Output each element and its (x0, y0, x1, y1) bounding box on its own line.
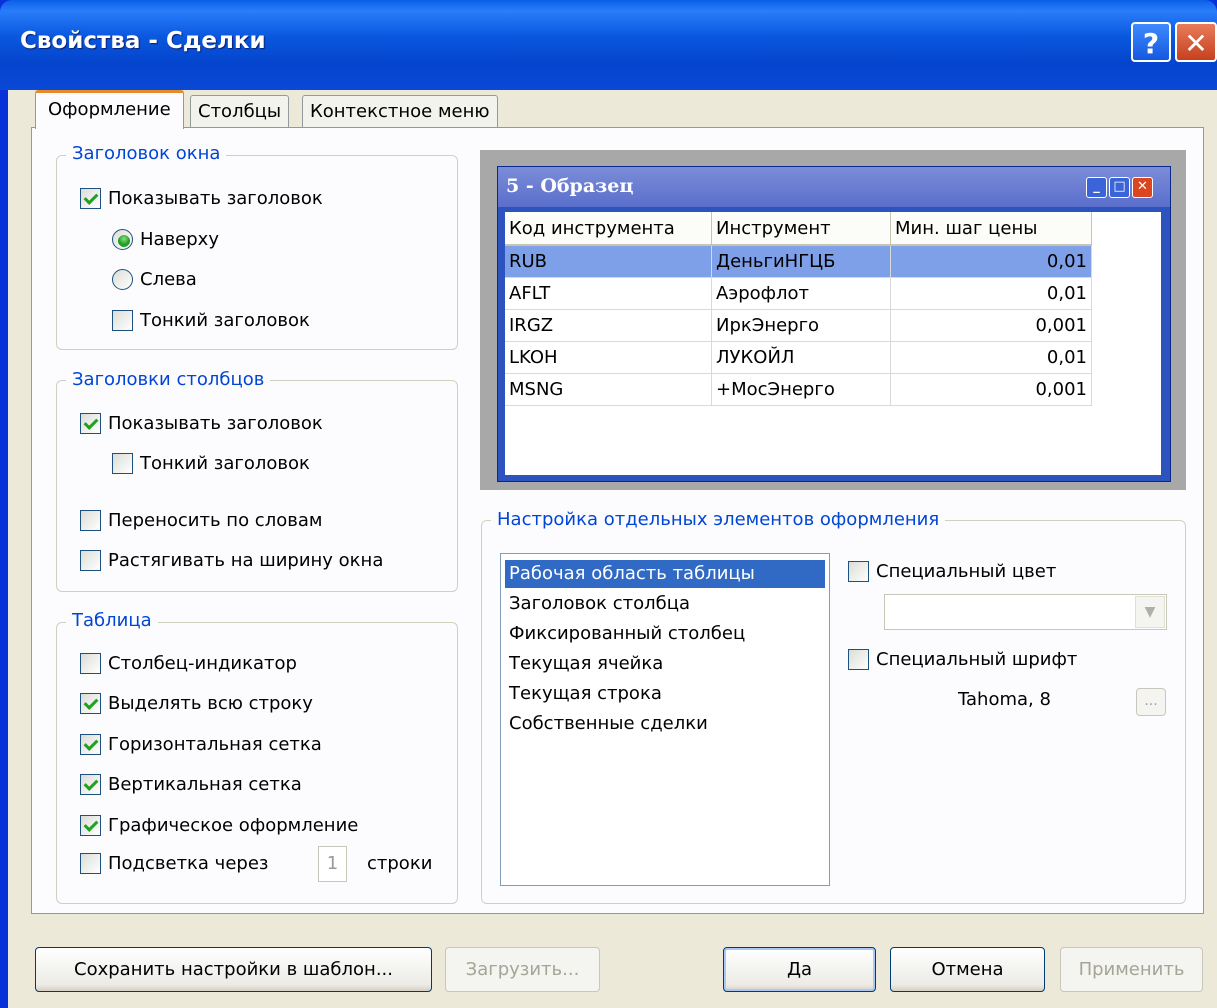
preview-table-cell: 0,001 (890, 373, 1092, 406)
checkbox-box (80, 413, 101, 434)
close-icon: ✕ (1132, 177, 1153, 198)
preview-table-cell: LKOH (505, 341, 712, 374)
checkbox-label: Растягивать на ширину окна (108, 550, 384, 571)
checkbox-label: Показывать заголовок (108, 413, 323, 434)
preview-table-cell: IRGZ (505, 309, 712, 342)
radio-box (112, 229, 133, 250)
elements-listbox[interactable]: Рабочая область таблицы Заголовок столбца… (500, 553, 830, 886)
preview-table-row: RUB ДеньгиНГЦБ 0,01 (505, 245, 1092, 278)
checkbox-box (80, 734, 101, 755)
tab-appearance[interactable]: Оформление (35, 90, 184, 129)
preview-table-cell: MSNG (505, 373, 712, 406)
checkbox-box (80, 550, 101, 571)
checkbox-label: Переносить по словам (108, 510, 323, 531)
preview-table: Код инструмента Инструмент Мин. шаг цены… (505, 212, 1092, 406)
preview-table-cell: ЛУКОЙЛ (711, 341, 891, 374)
elements-list-item[interactable]: Текущая строка (505, 680, 825, 708)
preview-column-header: Мин. шаг цены (890, 212, 1092, 246)
close-icon: ✕ (1184, 27, 1208, 60)
checkbox-label: Графическое оформление (108, 815, 359, 836)
preview-table-cell: Аэрофлот (711, 277, 891, 310)
load-button[interactable]: Загрузить... (445, 947, 600, 992)
highlight-rows-suffix: строки (367, 853, 433, 874)
preview-table-cell: 0,01 (890, 245, 1092, 278)
preview-table-row: AFLT Аэрофлот 0,01 (505, 277, 1092, 310)
preview-table-cell: 0,01 (890, 341, 1092, 374)
checkbox-box (112, 310, 133, 331)
checkbox-box (80, 653, 101, 674)
preview-table-cell: +МосЭнерго (711, 373, 891, 406)
preview-table-cell: 0,01 (890, 277, 1092, 310)
preview-table-cell: AFLT (505, 277, 712, 310)
cancel-button[interactable]: Отмена (890, 947, 1045, 992)
minimize-icon: _ (1086, 177, 1107, 198)
preview-table-row: MSNG +МосЭнерго 0,001 (505, 373, 1092, 406)
preview-table-cell: ДеньгиНГЦБ (711, 245, 891, 278)
tab-context-menu[interactable]: Контекстное меню (302, 95, 498, 128)
checkbox-label: Выделять всю строку (108, 693, 313, 714)
elements-list-item[interactable]: Фиксированный столбец (505, 620, 825, 648)
highlight-rows-input[interactable]: 1 (318, 846, 347, 882)
checkbox-box (80, 693, 101, 714)
checkbox-box (80, 774, 101, 795)
preview-table-row: IRGZ ИркЭнерго 0,001 (505, 309, 1092, 342)
elements-group-title: Настройка отдельных элементов оформления (491, 510, 946, 530)
preview-title: 5 - Образец (506, 175, 634, 197)
checkbox-label: Тонкий заголовок (140, 453, 310, 474)
checkbox-label: Вертикальная сетка (108, 774, 302, 795)
checkbox-label: Специальный шрифт (876, 649, 1078, 670)
checkbox-label: Специальный цвет (876, 561, 1057, 582)
title-bar[interactable]: Свойства - Сделки ? ✕ (0, 0, 1217, 90)
preview-column-header: Инструмент (711, 212, 891, 246)
table-group-title: Таблица (66, 611, 158, 631)
radio-box (112, 269, 133, 290)
preview-table-cell: 0,001 (890, 309, 1092, 342)
checkbox-label: Показывать заголовок (108, 188, 323, 209)
ok-button[interactable]: Да (723, 947, 876, 992)
special-color-select[interactable]: ▼ (884, 594, 1167, 630)
preview-column-header: Код инструмента (505, 212, 712, 246)
preview-title-bar: 5 - Образец _ □ ✕ (498, 167, 1170, 207)
maximize-icon: □ (1109, 177, 1130, 198)
save-template-button[interactable]: Сохранить настройки в шаблон... (35, 947, 432, 992)
elements-list-item[interactable]: Заголовок столбца (505, 590, 825, 618)
checkbox-label: Тонкий заголовок (140, 310, 310, 331)
checkbox-label: Подсветка через (108, 853, 269, 874)
checkbox-box (848, 649, 869, 670)
elements-list-item[interactable]: Текущая ячейка (505, 650, 825, 678)
preview-table-cell: RUB (505, 245, 712, 278)
tab-columns[interactable]: Столбцы (190, 95, 290, 128)
window-title: Свойства - Сделки (20, 28, 266, 54)
checkbox-box (80, 853, 101, 874)
radio-label: Слева (140, 269, 197, 290)
help-button[interactable]: ? (1131, 22, 1171, 62)
font-value: Tahoma, 8 (958, 689, 1051, 710)
preview-table-row: LKOH ЛУКОЙЛ 0,01 (505, 341, 1092, 374)
checkbox-box (848, 561, 869, 582)
checkbox-box (80, 510, 101, 531)
checkbox-box (80, 815, 101, 836)
chevron-down-icon[interactable]: ▼ (1135, 596, 1165, 628)
checkbox-box (80, 188, 101, 209)
column-headers-group-title: Заголовки столбцов (66, 370, 271, 390)
checkbox-box (112, 453, 133, 474)
font-browse-button[interactable]: ... (1136, 688, 1166, 716)
close-button[interactable]: ✕ (1175, 22, 1217, 62)
checkbox-label: Горизонтальная сетка (108, 734, 322, 755)
checkbox-label: Столбец-индикатор (108, 653, 297, 674)
radio-label: Наверху (140, 229, 219, 250)
elements-list-item[interactable]: Собственные сделки (505, 710, 825, 738)
window-header-group-title: Заголовок окна (66, 144, 227, 164)
apply-button[interactable]: Применить (1060, 947, 1203, 992)
preview-table-cell: ИркЭнерго (711, 309, 891, 342)
elements-list-item[interactable]: Рабочая область таблицы (505, 560, 825, 588)
